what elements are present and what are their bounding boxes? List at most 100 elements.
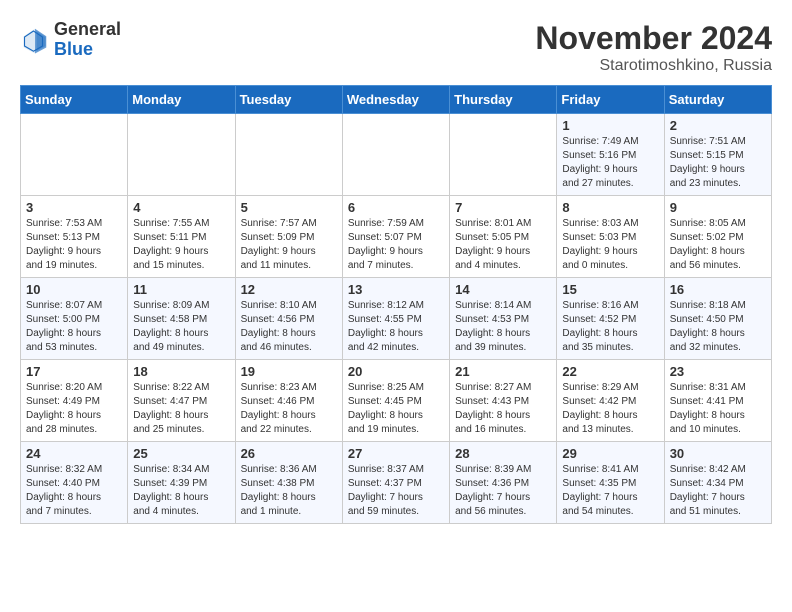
day-info: Sunrise: 7:49 AM Sunset: 5:16 PM Dayligh…	[562, 135, 658, 191]
day-info: Sunrise: 8:05 AM Sunset: 5:02 PM Dayligh…	[670, 217, 766, 273]
day-info: Sunrise: 8:29 AM Sunset: 4:42 PM Dayligh…	[562, 381, 658, 437]
day-number: 16	[670, 282, 766, 297]
calendar-cell: 21Sunrise: 8:27 AM Sunset: 4:43 PM Dayli…	[450, 360, 557, 442]
day-number: 15	[562, 282, 658, 297]
day-info: Sunrise: 8:34 AM Sunset: 4:39 PM Dayligh…	[133, 463, 229, 519]
calendar-cell: 20 Sunrise: 8:25 AM Sunset: 4:45 PM Dayli…	[342, 360, 449, 442]
day-number: 12	[241, 282, 337, 297]
calendar-week-3: 10 Sunrise: 8:07 AM Sunset: 5:00 PM Dayli…	[21, 278, 772, 360]
calendar-cell: 29 Sunrise: 8:41 AM Sunset: 4:35 PM Dayli…	[557, 442, 664, 524]
day-header-saturday: Saturday	[664, 86, 771, 114]
page-header: General Blue November 2024 Starotimoshki…	[20, 20, 772, 75]
calendar-cell: 24Sunrise: 8:32 AM Sunset: 4:40 PM Dayli…	[21, 442, 128, 524]
day-number: 20	[348, 364, 444, 379]
calendar-cell: 30 Sunrise: 8:42 AM Sunset: 4:34 PM Dayli…	[664, 442, 771, 524]
day-info: Sunrise: 8:10 AM Sunset: 4:56 PM Dayligh…	[241, 299, 337, 355]
calendar-cell: 25 Sunrise: 8:34 AM Sunset: 4:39 PM Dayli…	[128, 442, 235, 524]
day-info: Sunrise: 7:51 AM Sunset: 5:15 PM Dayligh…	[670, 135, 766, 191]
day-info: Sunrise: 8:23 AM Sunset: 4:46 PM Dayligh…	[241, 381, 337, 437]
day-number: 13	[348, 282, 444, 297]
day-number: 9	[670, 200, 766, 215]
title-area: November 2024 Starotimoshkino, Russia	[535, 20, 772, 75]
calendar-cell: 3Sunrise: 7:53 AM Sunset: 5:13 PM Daylig…	[21, 196, 128, 278]
day-info: Sunrise: 8:12 AM Sunset: 4:55 PM Dayligh…	[348, 299, 444, 355]
day-info: Sunrise: 8:32 AM Sunset: 4:40 PM Dayligh…	[26, 463, 122, 519]
day-header-tuesday: Tuesday	[235, 86, 342, 114]
calendar-cell: 26 Sunrise: 8:36 AM Sunset: 4:38 PM Dayli…	[235, 442, 342, 524]
day-info: Sunrise: 8:37 AM Sunset: 4:37 PM Dayligh…	[348, 463, 444, 519]
day-info: Sunrise: 8:09 AM Sunset: 4:58 PM Dayligh…	[133, 299, 229, 355]
day-info: Sunrise: 8:42 AM Sunset: 4:34 PM Dayligh…	[670, 463, 766, 519]
header-row: SundayMondayTuesdayWednesdayThursdayFrid…	[21, 86, 772, 114]
day-number: 14	[455, 282, 551, 297]
day-header-friday: Friday	[557, 86, 664, 114]
day-header-sunday: Sunday	[21, 86, 128, 114]
day-info: Sunrise: 8:41 AM Sunset: 4:35 PM Dayligh…	[562, 463, 658, 519]
day-number: 23	[670, 364, 766, 379]
calendar-cell: 27Sunrise: 8:37 AM Sunset: 4:37 PM Dayli…	[342, 442, 449, 524]
calendar-table: SundayMondayTuesdayWednesdayThursdayFrid…	[20, 85, 772, 524]
day-info: Sunrise: 8:27 AM Sunset: 4:43 PM Dayligh…	[455, 381, 551, 437]
calendar-cell: 22 Sunrise: 8:29 AM Sunset: 4:42 PM Dayli…	[557, 360, 664, 442]
day-info: Sunrise: 7:53 AM Sunset: 5:13 PM Dayligh…	[26, 217, 122, 273]
day-number: 18	[133, 364, 229, 379]
day-info: Sunrise: 8:07 AM Sunset: 5:00 PM Dayligh…	[26, 299, 122, 355]
day-number: 10	[26, 282, 122, 297]
day-number: 19	[241, 364, 337, 379]
day-info: Sunrise: 8:16 AM Sunset: 4:52 PM Dayligh…	[562, 299, 658, 355]
day-info: Sunrise: 8:01 AM Sunset: 5:05 PM Dayligh…	[455, 217, 551, 273]
day-header-wednesday: Wednesday	[342, 86, 449, 114]
calendar-cell: 6Sunrise: 7:59 AM Sunset: 5:07 PM Daylig…	[342, 196, 449, 278]
calendar-cell	[450, 114, 557, 196]
calendar-cell: 23 Sunrise: 8:31 AM Sunset: 4:41 PM Dayli…	[664, 360, 771, 442]
day-number: 30	[670, 446, 766, 461]
calendar-cell	[128, 114, 235, 196]
calendar-cell: 10 Sunrise: 8:07 AM Sunset: 5:00 PM Dayli…	[21, 278, 128, 360]
day-number: 29	[562, 446, 658, 461]
calendar-cell: 11 Sunrise: 8:09 AM Sunset: 4:58 PM Dayli…	[128, 278, 235, 360]
calendar-cell: 19 Sunrise: 8:23 AM Sunset: 4:46 PM Dayli…	[235, 360, 342, 442]
day-number: 7	[455, 200, 551, 215]
day-info: Sunrise: 8:20 AM Sunset: 4:49 PM Dayligh…	[26, 381, 122, 437]
month-title: November 2024	[535, 20, 772, 57]
day-number: 1	[562, 118, 658, 133]
day-number: 5	[241, 200, 337, 215]
day-number: 25	[133, 446, 229, 461]
calendar-cell: 12 Sunrise: 8:10 AM Sunset: 4:56 PM Dayli…	[235, 278, 342, 360]
calendar-cell: 8Sunrise: 8:03 AM Sunset: 5:03 PM Daylig…	[557, 196, 664, 278]
day-number: 4	[133, 200, 229, 215]
day-number: 17	[26, 364, 122, 379]
calendar-cell: 5 Sunrise: 7:57 AM Sunset: 5:09 PM Daylig…	[235, 196, 342, 278]
day-number: 6	[348, 200, 444, 215]
day-header-thursday: Thursday	[450, 86, 557, 114]
calendar-cell: 14Sunrise: 8:14 AM Sunset: 4:53 PM Dayli…	[450, 278, 557, 360]
logo-icon	[20, 25, 50, 55]
day-info: Sunrise: 8:31 AM Sunset: 4:41 PM Dayligh…	[670, 381, 766, 437]
day-number: 11	[133, 282, 229, 297]
calendar-cell: 16Sunrise: 8:18 AM Sunset: 4:50 PM Dayli…	[664, 278, 771, 360]
day-info: Sunrise: 8:03 AM Sunset: 5:03 PM Dayligh…	[562, 217, 658, 273]
calendar-cell: 18 Sunrise: 8:22 AM Sunset: 4:47 PM Dayli…	[128, 360, 235, 442]
calendar-cell: 13 Sunrise: 8:12 AM Sunset: 4:55 PM Dayli…	[342, 278, 449, 360]
day-number: 28	[455, 446, 551, 461]
day-info: Sunrise: 8:25 AM Sunset: 4:45 PM Dayligh…	[348, 381, 444, 437]
day-info: Sunrise: 8:39 AM Sunset: 4:36 PM Dayligh…	[455, 463, 551, 519]
logo: General Blue	[20, 20, 121, 60]
calendar-week-2: 3Sunrise: 7:53 AM Sunset: 5:13 PM Daylig…	[21, 196, 772, 278]
calendar-cell: 17 Sunrise: 8:20 AM Sunset: 4:49 PM Dayli…	[21, 360, 128, 442]
calendar-week-4: 17 Sunrise: 8:20 AM Sunset: 4:49 PM Dayli…	[21, 360, 772, 442]
day-number: 22	[562, 364, 658, 379]
calendar-cell: 2 Sunrise: 7:51 AM Sunset: 5:15 PM Daylig…	[664, 114, 771, 196]
calendar-cell: 4 Sunrise: 7:55 AM Sunset: 5:11 PM Daylig…	[128, 196, 235, 278]
calendar-cell: 1 Sunrise: 7:49 AM Sunset: 5:16 PM Daylig…	[557, 114, 664, 196]
day-number: 2	[670, 118, 766, 133]
day-info: Sunrise: 7:55 AM Sunset: 5:11 PM Dayligh…	[133, 217, 229, 273]
day-info: Sunrise: 8:36 AM Sunset: 4:38 PM Dayligh…	[241, 463, 337, 519]
calendar-week-5: 24Sunrise: 8:32 AM Sunset: 4:40 PM Dayli…	[21, 442, 772, 524]
calendar-cell: 15 Sunrise: 8:16 AM Sunset: 4:52 PM Dayli…	[557, 278, 664, 360]
day-info: Sunrise: 7:57 AM Sunset: 5:09 PM Dayligh…	[241, 217, 337, 273]
calendar-cell: 9 Sunrise: 8:05 AM Sunset: 5:02 PM Daylig…	[664, 196, 771, 278]
calendar-cell: 7 Sunrise: 8:01 AM Sunset: 5:05 PM Daylig…	[450, 196, 557, 278]
day-info: Sunrise: 8:22 AM Sunset: 4:47 PM Dayligh…	[133, 381, 229, 437]
day-number: 26	[241, 446, 337, 461]
